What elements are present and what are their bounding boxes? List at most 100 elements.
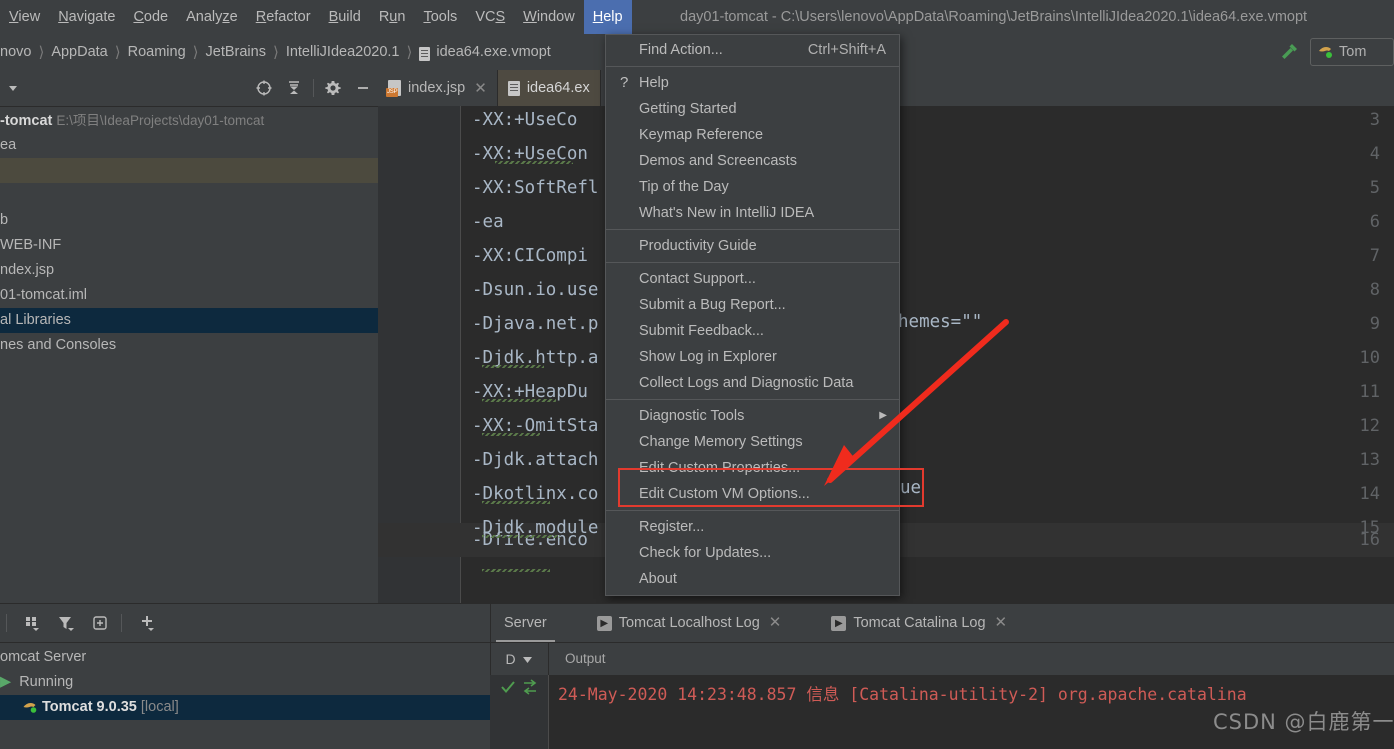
code-line: -XX:CICompi <box>472 239 588 273</box>
menu-window[interactable]: Window <box>514 0 584 34</box>
menu-vcs[interactable]: VCS <box>466 0 514 34</box>
menu-item-label: About <box>639 571 677 587</box>
menu-item-diagnostic-tools[interactable]: Diagnostic Tools ▶ <box>606 403 899 429</box>
tree-row-web[interactable]: b <box>0 208 378 233</box>
group-by-icon[interactable] <box>17 608 47 638</box>
close-icon[interactable]: ✕ <box>995 604 1008 642</box>
breadcrumb-file[interactable]: idea64.exe.vmopt <box>436 44 550 60</box>
tree-row-label: WEB-INF <box>0 237 61 253</box>
minimize-icon[interactable] <box>348 73 378 103</box>
menu-item-about[interactable]: About <box>606 566 899 592</box>
menu-separator <box>606 66 899 67</box>
services-row-running[interactable]: ▶ Running <box>0 670 490 695</box>
menu-tools[interactable]: Tools <box>414 0 466 34</box>
console-output[interactable]: 24-May-2020 14:23:48.857 信息 [Catalina-ut… <box>490 675 1394 749</box>
line-number: 12 <box>1360 409 1380 443</box>
menu-item-label: Show Log in Explorer <box>639 349 777 365</box>
menu-item-show-log-in-explorer[interactable]: Show Log in Explorer <box>606 344 899 370</box>
output-dropdown[interactable]: D <box>490 642 549 675</box>
tomcat-icon <box>22 698 38 720</box>
services-tree[interactable]: omcat Server ▶ Running Tomcat 9.0.35 [lo… <box>0 642 490 749</box>
menu-refactor[interactable]: Refactor <box>247 0 320 34</box>
breadcrumb-item-2[interactable]: Roaming <box>128 44 186 60</box>
collapse-all-icon[interactable] <box>279 73 309 103</box>
run-configuration-selector[interactable]: Tom <box>1310 38 1394 66</box>
menu-code[interactable]: Code <box>124 0 177 34</box>
tree-row-external-libraries[interactable]: al Libraries <box>0 308 378 333</box>
close-icon[interactable]: ✕ <box>769 604 782 642</box>
filter-icon[interactable] <box>51 608 81 638</box>
inspection-squiggle <box>495 161 573 164</box>
menu-item-submit-feedback[interactable]: Submit Feedback... <box>606 318 899 344</box>
hammer-icon[interactable] <box>1272 34 1306 70</box>
menu-item-find-action[interactable]: Find Action... Ctrl+Shift+A <box>606 37 899 63</box>
breadcrumb-item-4[interactable]: IntelliJIdea2020.1 <box>286 44 400 60</box>
menu-item-help[interactable]: ? Help <box>606 70 899 96</box>
tree-row-hovered[interactable] <box>0 158 378 183</box>
menu-item-label: Edit Custom Properties... <box>639 460 800 476</box>
log-tab-server[interactable]: Server <box>496 604 555 642</box>
breadcrumb: novo ⟩ AppData ⟩ Roaming ⟩ JetBrains ⟩ I… <box>0 34 551 70</box>
menu-item-submit-bug-report[interactable]: Submit a Bug Report... <box>606 292 899 318</box>
line-number: 11 <box>1360 375 1380 409</box>
menu-item-demos-and-screencasts[interactable]: Demos and Screencasts <box>606 148 899 174</box>
breadcrumb-item-1[interactable]: AppData <box>51 44 107 60</box>
menu-build[interactable]: Build <box>320 0 370 34</box>
menu-item-change-memory-settings[interactable]: Change Memory Settings <box>606 429 899 455</box>
editor-tab-label: idea64.ex <box>527 80 590 96</box>
menu-help[interactable]: Help <box>584 0 632 34</box>
menu-item-contact-support[interactable]: Contact Support... <box>606 266 899 292</box>
menu-item-getting-started[interactable]: Getting Started <box>606 96 899 122</box>
log-tab-tomcat-catalina-log[interactable]: ▶ Tomcat Catalina Log ✕ <box>823 604 1015 642</box>
editor-tab-idea64[interactable]: idea64.ex <box>498 70 601 106</box>
menu-item-keymap-reference[interactable]: Keymap Reference <box>606 122 899 148</box>
menu-run[interactable]: Run <box>370 0 415 34</box>
menu-item-register[interactable]: Register... <box>606 514 899 540</box>
services-row-tomcat-server[interactable]: omcat Server <box>0 645 490 670</box>
chevron-down-icon <box>522 651 533 667</box>
menu-item-whats-new[interactable]: What's New in IntelliJ IDEA <box>606 200 899 226</box>
tree-row-scratches[interactable]: nes and Consoles <box>0 333 378 358</box>
project-tree[interactable]: -tomcat E:\项目\IdeaProjects\day01-tomcat … <box>0 106 378 603</box>
add-icon[interactable] <box>132 608 162 638</box>
chevron-right-icon: ▶ <box>879 403 887 429</box>
code-line: -Djava.net.p <box>472 307 598 341</box>
log-tab-tomcat-localhost-log[interactable]: ▶ Tomcat Localhost Log ✕ <box>589 604 790 642</box>
gear-icon[interactable] <box>318 73 348 103</box>
menu-item-edit-custom-properties[interactable]: Edit Custom Properties... <box>606 455 899 481</box>
code-line: -ea <box>472 205 504 239</box>
inspection-squiggle <box>482 399 556 402</box>
line-number: 14 <box>1360 477 1380 511</box>
tree-row-idea[interactable]: ea <box>0 133 378 158</box>
tree-row-webinf[interactable]: WEB-INF <box>0 233 378 258</box>
line-number: 16 <box>1360 523 1380 557</box>
services-row-tomcat-instance[interactable]: Tomcat 9.0.35 [local] <box>0 695 490 720</box>
line-number: 13 <box>1360 443 1380 477</box>
menu-view[interactable]: View <box>0 0 49 34</box>
check-icon <box>500 679 516 698</box>
editor-tab-index-jsp[interactable]: index.jsp ✕ <box>378 70 498 106</box>
breadcrumb-item-0[interactable]: novo <box>0 44 31 60</box>
menu-navigate[interactable]: Navigate <box>49 0 124 34</box>
menu-item-tip-of-the-day[interactable]: Tip of the Day <box>606 174 899 200</box>
code-line: -XX:-OmitSta <box>472 409 598 443</box>
services-row-label: omcat Server <box>0 649 86 665</box>
tree-row-project[interactable]: -tomcat E:\项目\IdeaProjects\day01-tomcat <box>0 108 378 133</box>
tree-row-empty[interactable] <box>0 183 378 208</box>
inspection-squiggle <box>482 501 550 504</box>
menu-analyze[interactable]: Analyze <box>177 0 247 34</box>
add-frame-icon[interactable] <box>85 608 115 638</box>
breadcrumb-item-3[interactable]: JetBrains <box>206 44 266 60</box>
close-icon[interactable]: ✕ <box>474 79 487 97</box>
menu-item-edit-custom-vm-options[interactable]: Edit Custom VM Options... <box>606 481 899 507</box>
rerun-icon[interactable] <box>522 679 538 698</box>
menu-item-collect-logs[interactable]: Collect Logs and Diagnostic Data <box>606 370 899 396</box>
tree-row-path: E:\项目\IdeaProjects\day01-tomcat <box>56 113 264 128</box>
locate-target-icon[interactable] <box>249 73 279 103</box>
menu-item-productivity-guide[interactable]: Productivity Guide <box>606 233 899 259</box>
tree-row-iml[interactable]: 01-tomcat.iml <box>0 283 378 308</box>
chevron-right-icon: ⟩ <box>406 43 412 61</box>
tree-row-indexjsp[interactable]: ndex.jsp <box>0 258 378 283</box>
menu-item-check-for-updates[interactable]: Check for Updates... <box>606 540 899 566</box>
chevron-down-icon[interactable] <box>6 81 20 97</box>
